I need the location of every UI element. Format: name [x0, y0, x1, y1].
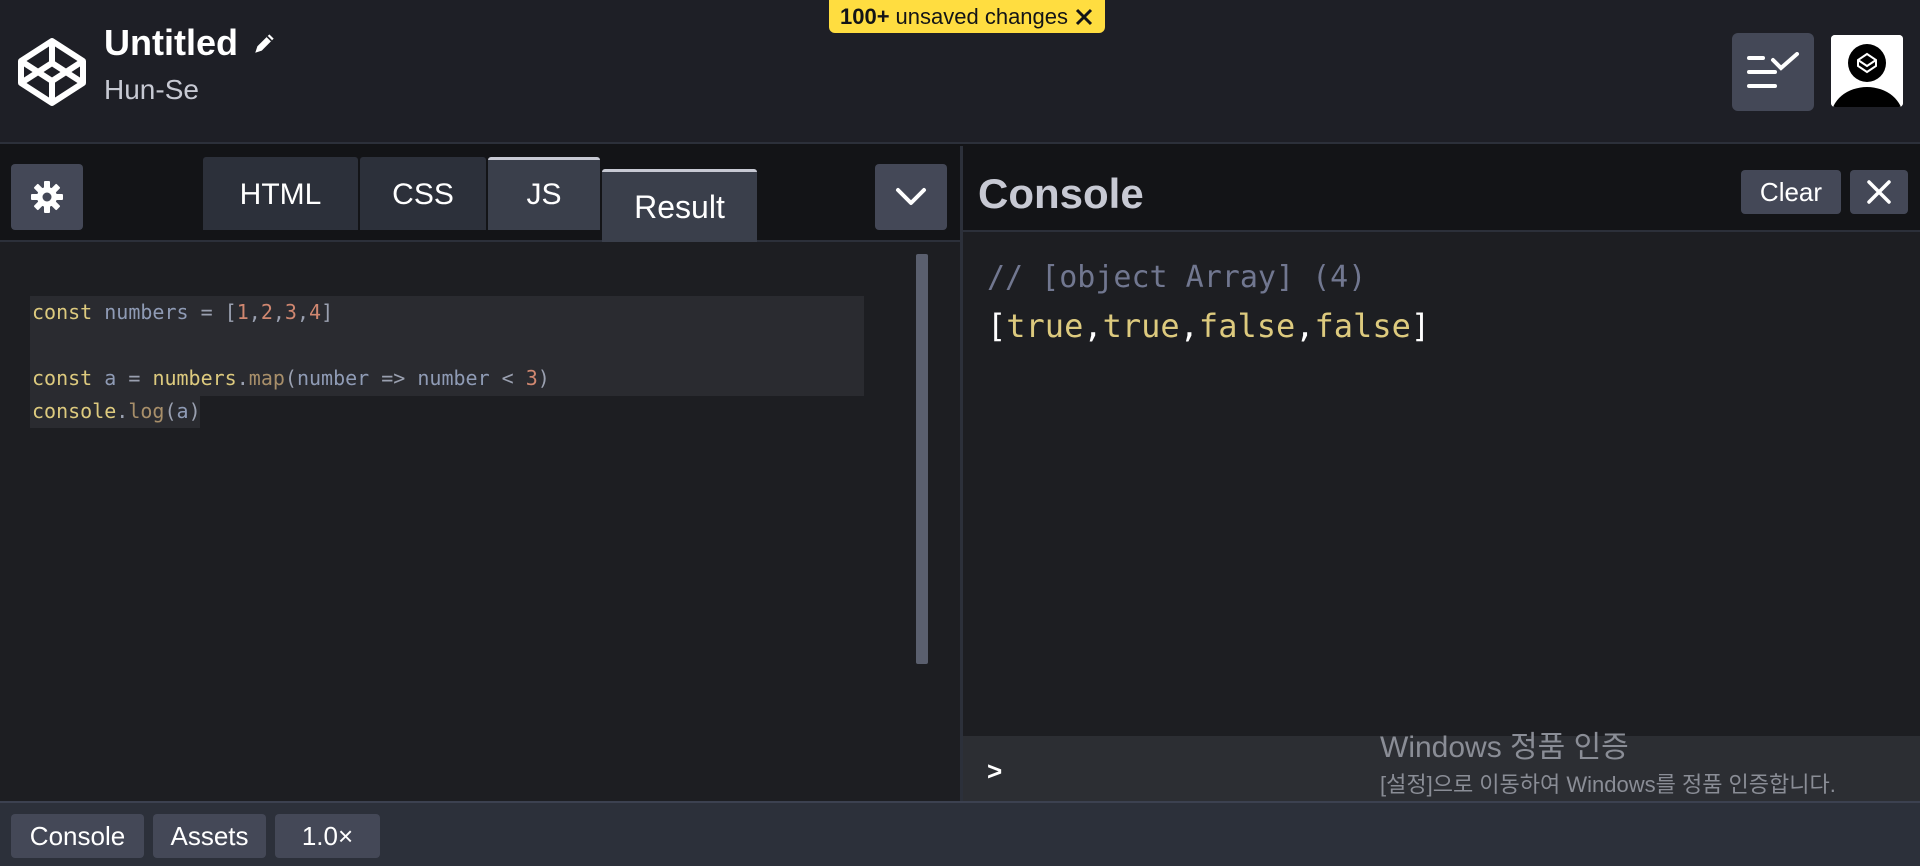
pencil-icon[interactable] — [252, 30, 278, 56]
console-header: Console Clear — [963, 146, 1920, 232]
close-icon[interactable] — [1074, 7, 1094, 27]
code-content[interactable]: const numbers = [1,2,3,4] const a = numb… — [32, 296, 550, 428]
layout-list-icon — [1747, 52, 1799, 88]
footer-bar: Console Assets 1.0× — [0, 801, 1920, 866]
tab-js[interactable]: JS — [488, 157, 600, 230]
console-toggle-button[interactable]: Console — [11, 814, 144, 858]
windows-activation-watermark: Windows 정품 인증 [설정]으로 이동하여 Windows를 정품 인증… — [1380, 722, 1860, 800]
unsaved-count: 100+ — [839, 3, 890, 29]
unsaved-changes-badge[interactable]: 100+ unsaved changes — [829, 0, 1105, 33]
js-editor-panel: HTML CSS JS Result const numbers = [1,2,… — [0, 146, 960, 801]
codepen-logo-icon[interactable] — [16, 36, 88, 108]
close-icon — [1867, 180, 1891, 204]
code-editor[interactable]: const numbers = [1,2,3,4] const a = numb… — [0, 244, 960, 801]
clear-console-button[interactable]: Clear — [1741, 170, 1841, 214]
change-view-button[interactable] — [1732, 33, 1814, 111]
console-title: Console — [978, 170, 1144, 217]
codepen-editor-page: Untitled Hun-Se 100+ unsaved changes HTM… — [0, 0, 1920, 866]
tab-html[interactable]: HTML — [203, 157, 358, 230]
code-line-4: console.log(a) — [32, 399, 201, 423]
gear-icon — [31, 181, 63, 213]
watermark-subtitle: [설정]으로 이동하여 Windows를 정품 인증합니다. — [1380, 772, 1836, 797]
tab-result[interactable]: Result — [602, 169, 757, 242]
header: Untitled Hun-Se 100+ unsaved changes — [0, 0, 1920, 144]
console-panel: Console Clear // [object Array] (4) [tru… — [960, 146, 1920, 801]
pen-title-area: Untitled Hun-Se — [104, 22, 278, 106]
console-log-result: [true,true,false,false] — [987, 307, 1431, 345]
assets-button[interactable]: Assets — [153, 814, 266, 858]
zoom-level-button[interactable]: 1.0× — [275, 814, 380, 858]
tab-css[interactable]: CSS — [360, 157, 486, 230]
unsaved-text: unsaved changes — [895, 3, 1069, 29]
editor-tabs: HTML CSS JS Result — [203, 157, 757, 242]
watermark-title: Windows 정품 인증 — [1380, 731, 1629, 764]
chevron-down-icon — [896, 188, 926, 205]
code-line-3: const a = numbers.map(number => number <… — [32, 366, 550, 390]
avatar-image — [1831, 35, 1903, 107]
editor-toolbar: HTML CSS JS Result — [0, 146, 960, 242]
editor-settings-button[interactable] — [11, 164, 83, 230]
close-console-button[interactable] — [1850, 170, 1908, 214]
pen-author[interactable]: Hun-Se — [104, 74, 278, 106]
editor-scrollbar[interactable] — [916, 254, 928, 664]
code-line-1: const numbers = [1,2,3,4] — [32, 300, 334, 324]
console-prompt: > — [987, 756, 1003, 786]
console-output: // [object Array] (4) [true,true,false,f… — [987, 260, 1430, 345]
user-avatar[interactable] — [1831, 35, 1903, 107]
pen-title[interactable]: Untitled — [104, 22, 238, 64]
console-log-comment: // [object Array] (4) — [987, 260, 1367, 295]
editor-options-button[interactable] — [875, 164, 947, 230]
